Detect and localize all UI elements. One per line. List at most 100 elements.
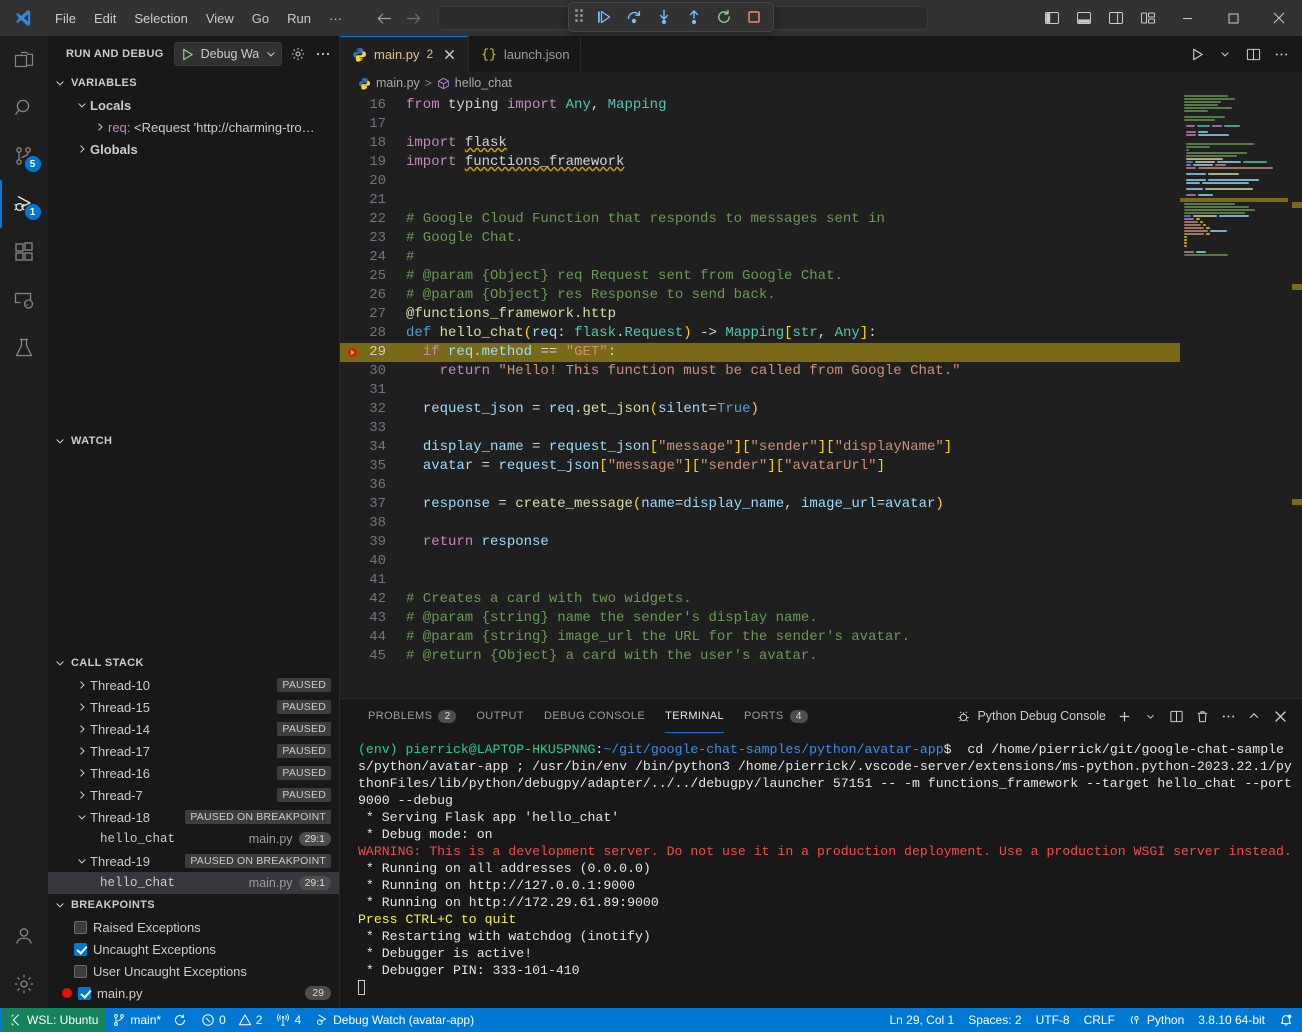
line-number[interactable]: 23	[340, 229, 402, 248]
menu-file[interactable]: File	[46, 7, 85, 30]
code-line[interactable]: display_name = request_json["message"]["…	[402, 438, 1180, 457]
line-number[interactable]: 21	[340, 191, 402, 210]
chevron-down-icon[interactable]	[74, 853, 90, 869]
step-into-button[interactable]	[651, 5, 677, 29]
tab-ports[interactable]: PORTS 4	[734, 699, 818, 733]
code-line[interactable]: import functions_framework	[402, 153, 1180, 172]
toggle-secondary-sidebar-button[interactable]	[1100, 3, 1132, 33]
line-number[interactable]: 19	[340, 153, 402, 172]
line-number[interactable]: 17	[340, 115, 402, 134]
chevron-right-icon[interactable]	[74, 787, 90, 803]
line-number[interactable]: 34	[340, 438, 402, 457]
activity-extensions-icon[interactable]	[0, 228, 48, 276]
go-forward-icon[interactable]	[405, 10, 422, 27]
status-debug-session-indicator[interactable]: Debug Watch (avatar-app)	[308, 1008, 481, 1032]
breadcrumb-file[interactable]: main.py	[376, 76, 420, 90]
maximize-button[interactable]	[1210, 0, 1256, 36]
code-line[interactable]: return response	[402, 533, 1180, 552]
breakpoint-row[interactable]: Raised Exceptions	[48, 916, 339, 938]
code-line[interactable]: # @param {string} image_url the URL for …	[402, 628, 1180, 647]
code-editor[interactable]: 1617181920212223242526272829303132333435…	[340, 94, 1302, 698]
manage-gear-icon[interactable]	[0, 960, 48, 1008]
line-number[interactable]: 22	[340, 210, 402, 229]
customize-layout-button[interactable]	[1132, 3, 1164, 33]
status-eol[interactable]: CRLF	[1077, 1008, 1122, 1032]
code-line[interactable]: @functions_framework.http	[402, 305, 1180, 324]
callstack-thread-row[interactable]: Thread-18PAUSED ON BREAKPOINT	[48, 806, 339, 828]
step-out-button[interactable]	[681, 5, 707, 29]
variable-req-row[interactable]: req: <Request 'http://charming-tro…	[48, 116, 339, 138]
run-options-dropdown-icon[interactable]	[1212, 41, 1238, 67]
breakpoint-checkbox[interactable]	[74, 943, 87, 956]
source-code[interactable]: from typing import Any, Mapping import f…	[402, 94, 1180, 698]
sync-icon[interactable]	[173, 1013, 187, 1027]
panel-more-actions-icon[interactable]	[1216, 704, 1240, 728]
code-line[interactable]: # @param {string} name the sender's disp…	[402, 609, 1180, 628]
code-line[interactable]	[402, 476, 1180, 495]
watch-tree[interactable]	[48, 452, 339, 652]
chevron-down-icon[interactable]	[265, 48, 277, 60]
toggle-panel-button[interactable]	[1068, 3, 1100, 33]
code-line[interactable]	[402, 419, 1180, 438]
line-number[interactable]: 37	[340, 495, 402, 514]
tab-close-icon[interactable]	[440, 45, 458, 63]
callstack-thread-row[interactable]: Thread-15PAUSED	[48, 696, 339, 718]
breakpoints-section-header[interactable]: BREAKPOINTS	[48, 894, 339, 916]
line-number[interactable]: 42	[340, 590, 402, 609]
code-line[interactable]	[402, 172, 1180, 191]
code-line[interactable]	[402, 514, 1180, 533]
step-over-button[interactable]	[621, 5, 647, 29]
new-terminal-icon[interactable]	[1112, 704, 1136, 728]
line-number[interactable]: 31	[340, 381, 402, 400]
line-number[interactable]: 28	[340, 324, 402, 343]
menu-run[interactable]: Run	[278, 7, 320, 30]
activity-run-and-debug-icon[interactable]: 1	[0, 180, 48, 228]
line-number[interactable]: 33	[340, 419, 402, 438]
editor-more-actions-icon[interactable]	[1268, 41, 1294, 67]
code-line[interactable]: response = create_message(name=display_n…	[402, 495, 1180, 514]
code-line[interactable]: # Creates a card with two widgets.	[402, 590, 1180, 609]
debug-configuration-picker[interactable]: Debug Wa	[174, 42, 283, 66]
watch-section-header[interactable]: WATCH	[48, 430, 339, 452]
variables-scope-globals[interactable]: Globals	[48, 138, 339, 160]
line-number[interactable]: 40	[340, 552, 402, 571]
toggle-primary-sidebar-button[interactable]	[1036, 3, 1068, 33]
stop-button[interactable]	[741, 5, 767, 29]
breakpoint-checkbox[interactable]	[74, 921, 87, 934]
sidebar-more-actions-icon[interactable]	[315, 43, 331, 65]
code-line[interactable]: # @param {Object} req Request sent from …	[402, 267, 1180, 286]
chevron-right-icon[interactable]	[74, 765, 90, 781]
code-line[interactable]: avatar = request_json["message"]["sender…	[402, 457, 1180, 476]
line-number[interactable]: 20	[340, 172, 402, 191]
close-panel-icon[interactable]	[1268, 704, 1292, 728]
line-number[interactable]: 30	[340, 362, 402, 381]
line-number[interactable]: 25	[340, 267, 402, 286]
line-number[interactable]: 35	[340, 457, 402, 476]
variables-scope-locals[interactable]: Locals	[48, 94, 339, 116]
code-line[interactable]: # @param {Object} res Response to send b…	[402, 286, 1180, 305]
line-number[interactable]: 26	[340, 286, 402, 305]
status-encoding[interactable]: UTF-8	[1029, 1008, 1077, 1032]
active-terminal-name[interactable]: Python Debug Console	[977, 709, 1106, 723]
line-number[interactable]: 27	[340, 305, 402, 324]
breakpoint-checkbox[interactable]	[78, 987, 91, 1000]
line-number[interactable]: 45	[340, 647, 402, 666]
tab-launch-json[interactable]: {} launch.json	[469, 36, 580, 72]
status-indentation[interactable]: Spaces: 2	[961, 1008, 1028, 1032]
code-line[interactable]	[402, 571, 1180, 590]
code-line[interactable]: import flask	[402, 134, 1180, 153]
open-launch-json-gear-icon[interactable]	[290, 43, 306, 65]
chevron-down-icon[interactable]	[74, 809, 90, 825]
overview-ruler[interactable]	[1288, 94, 1302, 698]
terminal-output[interactable]: (env) pierrick@LAPTOP-HKU5PNNG:~/git/goo…	[340, 733, 1302, 1008]
line-number[interactable]: 36	[340, 476, 402, 495]
callstack-thread-row[interactable]: Thread-10PAUSED	[48, 674, 339, 696]
code-line[interactable]	[402, 115, 1180, 134]
activity-remote-explorer-icon[interactable]: >_	[0, 276, 48, 324]
menu-more[interactable]: ···	[320, 7, 351, 30]
line-number[interactable]: 38	[340, 514, 402, 533]
code-line[interactable]: request_json = req.get_json(silent=True)	[402, 400, 1180, 419]
status-language-mode[interactable]: Python	[1122, 1008, 1191, 1032]
tab-output[interactable]: OUTPUT	[466, 699, 534, 733]
callstack-thread-row[interactable]: Thread-19PAUSED ON BREAKPOINT	[48, 850, 339, 872]
